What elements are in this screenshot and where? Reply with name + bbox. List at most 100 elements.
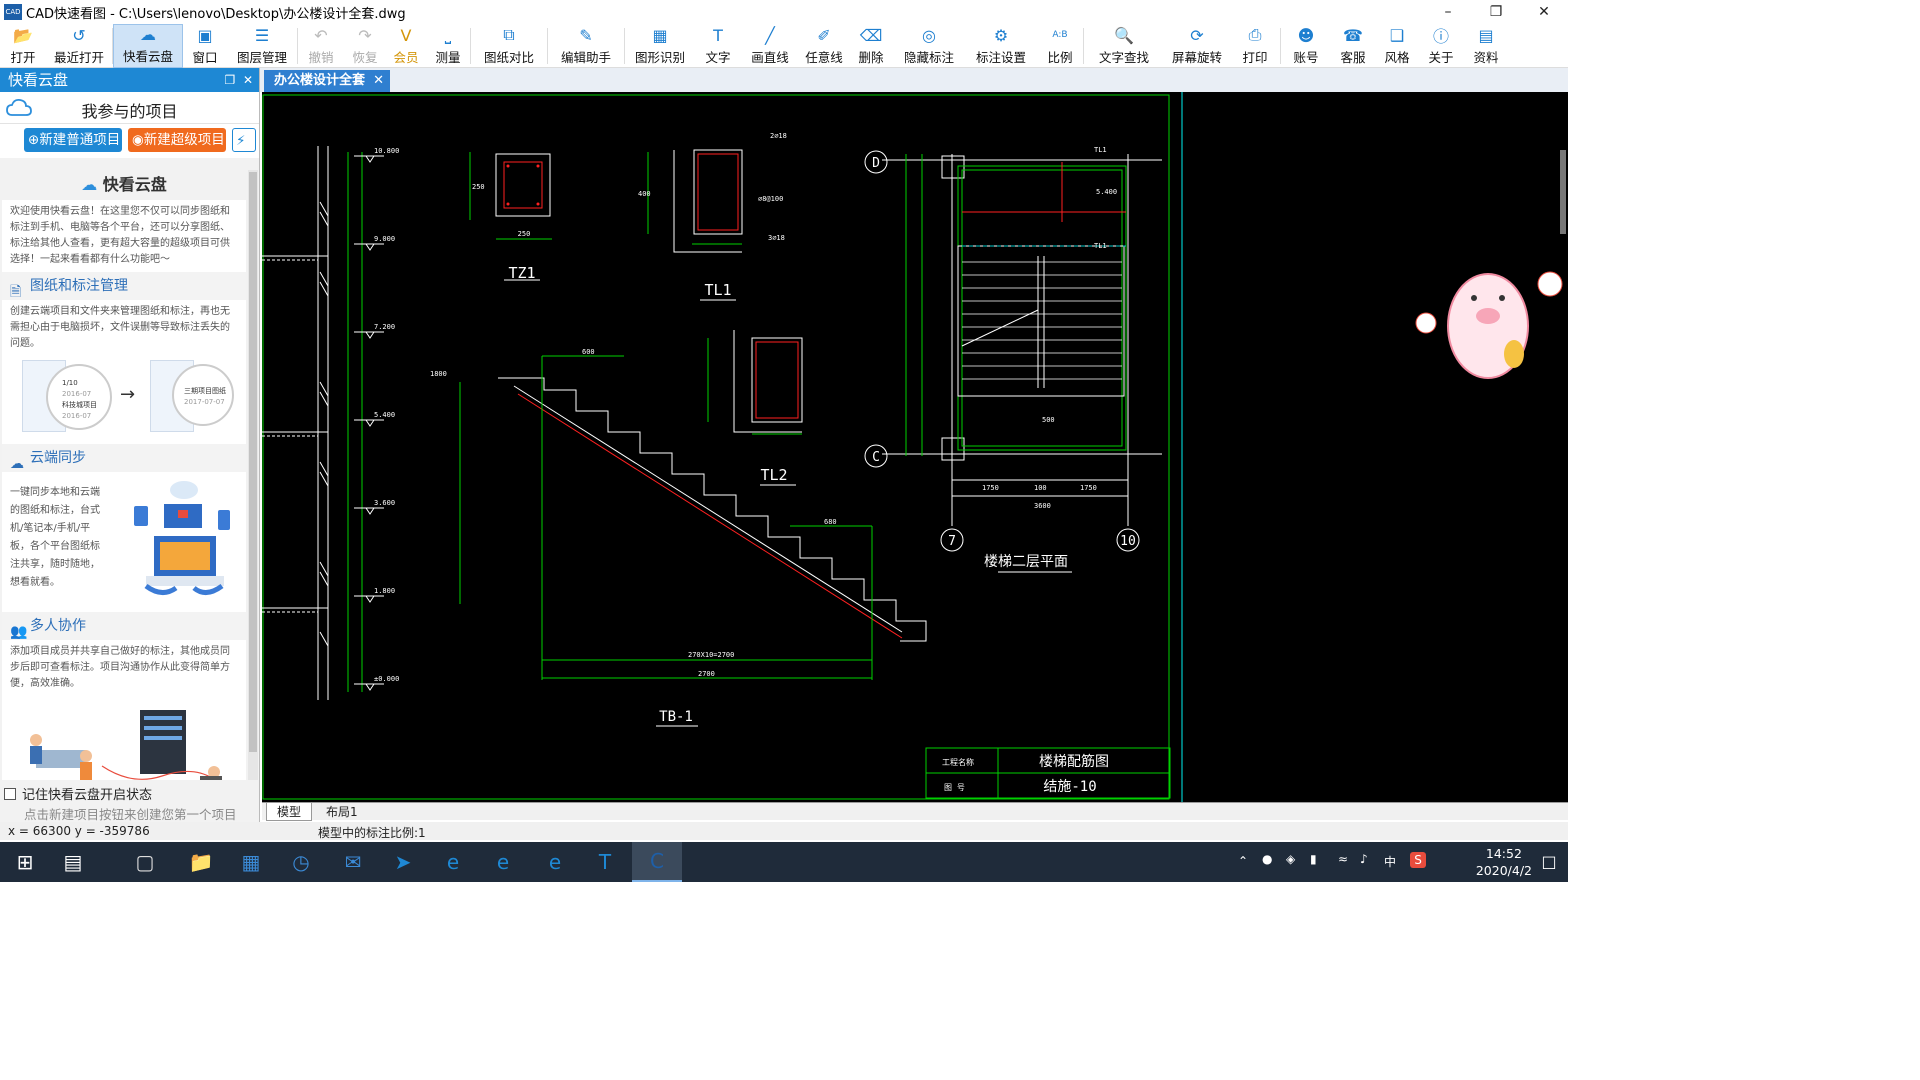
- edge-icon[interactable]: e: [428, 842, 478, 882]
- tab-layout1[interactable]: 布局1: [316, 803, 368, 821]
- project-name-label: 工程名称: [942, 757, 974, 767]
- canvas-scroll-handle[interactable]: [1560, 150, 1566, 234]
- task-view-icon[interactable]: ▤: [48, 842, 98, 882]
- ime-indicator[interactable]: 中: [1384, 853, 1396, 870]
- cloud-intro-panel: ☁ 快看云盘 欢迎使用快看云盘！在这里您不仅可以同步图纸和标注到手机、电脑等各个…: [2, 170, 246, 780]
- new-super-project-button[interactable]: ◉新建超级项目: [128, 128, 226, 152]
- cad-canvas[interactable]: 10.800 9.000 7.200 5.400 3.600 1.800 ±0.000 TZ…: [262, 92, 1568, 802]
- remember-checkbox[interactable]: [4, 787, 16, 800]
- toolbar-cloud-button[interactable]: ☁ 快看云盘: [113, 24, 183, 68]
- document-tab[interactable]: 办公楼设计全套 ✕: [264, 70, 390, 92]
- toolbar-style-button[interactable]: ❑ 风格: [1375, 24, 1419, 68]
- ie-icon[interactable]: e: [478, 842, 528, 882]
- volume-icon[interactable]: ♪: [1360, 852, 1368, 866]
- toolbar-hide-eye-button[interactable]: ◎ 隐藏标注: [893, 24, 965, 68]
- battery-icon[interactable]: ▮: [1310, 852, 1317, 866]
- toolbar-compare-button[interactable]: ⧉ 图纸对比: [471, 24, 547, 68]
- toolbar-edit-assistant-button[interactable]: ✎ 编辑助手: [548, 24, 624, 68]
- toolbar-button-label: 屏幕旋转: [1171, 50, 1222, 65]
- file-explorer-icon[interactable]: 📁: [176, 842, 226, 882]
- empty-project-hint: 点击新建项目按钮来创建您第一个项目: [24, 807, 237, 822]
- toolbar-undo-button[interactable]: ↶ 撤销: [298, 24, 344, 68]
- tray-expand-icon[interactable]: ⌃: [1238, 854, 1248, 868]
- close-button[interactable]: ✕: [1520, 0, 1568, 24]
- toolbar-layers-button[interactable]: ☰ 图层管理: [227, 24, 297, 68]
- toolbar-eraser-button[interactable]: ⌫ 删除: [849, 24, 893, 68]
- main-toolbar: 📂 打开 ↺ 最近打开 ☁ 快看云盘 ▣ 窗口 ☰ 图层管理 ↶ 撤销 ↷ 恢复 V 会员 ⎵ 测量 ⧉ 图纸对比 ✎ 编…: [0, 24, 1568, 68]
- scale-icon: A:B: [1052, 30, 1068, 40]
- toolbar-text-button[interactable]: T 文字: [695, 24, 741, 68]
- clock-date: 2020/4/2: [1475, 863, 1532, 878]
- mail-icon[interactable]: ✉: [328, 842, 378, 882]
- system-clock[interactable]: 14:52 2020/4/2: [1476, 845, 1532, 879]
- toolbar-shape-recognize-button[interactable]: ▦ 图形识别: [625, 24, 695, 68]
- document-icon: 🗎: [10, 284, 22, 300]
- new-normal-project-button[interactable]: ⊕新建普通项目: [24, 128, 122, 152]
- toolbar-text-search-button[interactable]: 🔍 文字查找: [1084, 24, 1164, 68]
- minimize-button[interactable]: –: [1424, 0, 1472, 24]
- cad-app-icon[interactable]: C: [632, 842, 682, 882]
- close-panel-icon[interactable]: ✕: [243, 73, 253, 87]
- toolbar-vip-button[interactable]: V 会员: [386, 24, 426, 68]
- toolbar-window-button[interactable]: ▣ 窗口: [183, 24, 227, 68]
- sync-lightning-button[interactable]: ⚡: [232, 128, 256, 152]
- clock-app-icon[interactable]: ◷: [276, 842, 326, 882]
- text-t-app-icon[interactable]: T: [580, 842, 630, 882]
- dim-label: 100: [1034, 484, 1047, 492]
- status-bar: x = 66300 y = -359786 模型中的标注比例:1: [0, 822, 1568, 840]
- close-tab-icon[interactable]: ✕: [373, 70, 384, 92]
- super-project-icon: ◉: [132, 132, 144, 148]
- toolbar-button-label: 文字查找: [1098, 50, 1149, 65]
- toolbar-annotation-settings-button[interactable]: ⚙ 标注设置: [965, 24, 1037, 68]
- tab-model[interactable]: 模型: [266, 803, 313, 821]
- toolbar-open-folder-button[interactable]: 📂 打开: [0, 24, 46, 68]
- toolbar-redo-button[interactable]: ↷ 恢复: [344, 24, 386, 68]
- tz1-section: [469, 152, 552, 281]
- wifi-icon[interactable]: ≈: [1338, 852, 1348, 866]
- toolbar-button-label: 风格: [1384, 50, 1410, 65]
- toolbar-ruler-button[interactable]: ⎵ 测量: [426, 24, 470, 68]
- cloud-icon: ☁: [81, 175, 98, 194]
- tz1-label: TZ1: [508, 264, 535, 282]
- toolbar-button-label: 恢复: [352, 50, 378, 65]
- app-white-icon[interactable]: ▢: [120, 842, 170, 882]
- tray-app-icon[interactable]: ◈: [1286, 852, 1295, 866]
- ie2-icon[interactable]: e: [530, 842, 580, 882]
- devices-illustration: [134, 481, 230, 595]
- feather-app-icon[interactable]: ➤: [378, 842, 428, 882]
- toolbar-scale-button[interactable]: A:B 比例: [1037, 24, 1083, 68]
- toolbar-line-button[interactable]: ╱ 画直线: [741, 24, 799, 68]
- dim-label: 2700: [698, 670, 715, 678]
- pig-mascot-icon[interactable]: [1415, 271, 1563, 379]
- toolbar-headset-button[interactable]: ☎ 客服: [1331, 24, 1375, 68]
- toolbar-user-button[interactable]: ☻ 账号: [1281, 24, 1331, 68]
- toolbar-rotate-screen-button[interactable]: ⟳ 屏幕旋转: [1164, 24, 1230, 68]
- store-icon[interactable]: ▦: [226, 842, 276, 882]
- tray-user-icon[interactable]: ●: [1262, 852, 1272, 866]
- float-panel-icon[interactable]: ❐: [225, 73, 236, 87]
- sogou-input-icon[interactable]: S: [1410, 852, 1426, 868]
- collaboration-illustration: [30, 710, 222, 780]
- toolbar-freehand-button[interactable]: ✐ 任意线: [799, 24, 849, 68]
- restore-button[interactable]: ❐: [1472, 0, 1520, 24]
- panel-scrollbar[interactable]: [248, 170, 258, 780]
- toolbar-docs-button[interactable]: ▤ 资料: [1463, 24, 1509, 68]
- toolbar-printer-button[interactable]: ⎙ 打印: [1230, 24, 1280, 68]
- section-title: 多人协作: [30, 618, 86, 634]
- elevation-label: 5.400: [374, 411, 395, 419]
- dim-label: 400: [638, 190, 651, 198]
- projects-row: 我参与的项目: [0, 92, 259, 124]
- dim-label: 680: [824, 518, 837, 526]
- style-icon: ❑: [1389, 25, 1405, 45]
- toolbar-info-button[interactable]: ⓘ 关于: [1419, 24, 1463, 68]
- toolbar-recent-clock-button[interactable]: ↺ 最近打开: [46, 24, 112, 68]
- plan-stair-treads: [962, 261, 1122, 380]
- new-normal-project-label: 新建普通项目: [39, 132, 121, 148]
- window-title: CAD快速看图 - C:\Users\lenovo\Desktop\办公楼设计全…: [26, 6, 406, 22]
- windows-start-icon[interactable]: ⊞: [0, 842, 50, 882]
- dim-label: 1750: [1080, 484, 1097, 492]
- remember-state-option[interactable]: 记住快看云盘开启状态: [4, 784, 152, 803]
- notification-icon[interactable]: □: [1534, 842, 1564, 882]
- elevation-mark: [354, 595, 384, 603]
- scrollbar-thumb[interactable]: [249, 172, 257, 752]
